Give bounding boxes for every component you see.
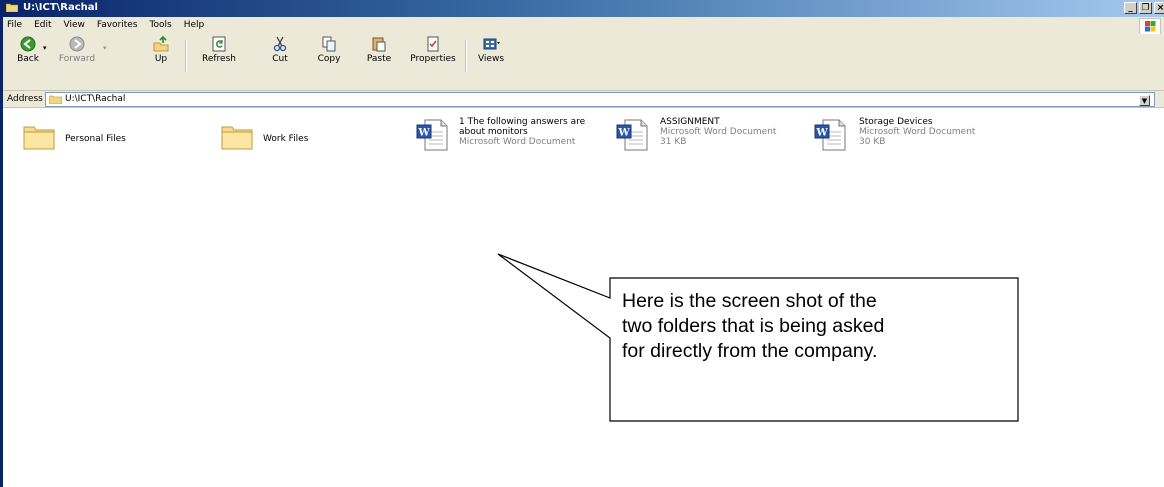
callout-line: Here is the screen shot of the (622, 290, 877, 312)
callout-text: Here is the screen shot of the two folde… (622, 289, 1002, 364)
callout-line: for directly from the company. (622, 340, 878, 362)
callout-box (497, 253, 1019, 422)
callout-line: two folders that is being asked (622, 315, 885, 337)
